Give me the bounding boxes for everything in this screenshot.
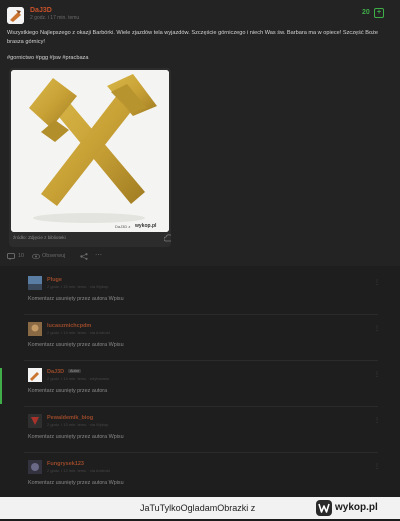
comment-author[interactable]: lucaszmichcpdm xyxy=(47,323,91,329)
comment-avatar[interactable] xyxy=(28,322,42,336)
logo-mark xyxy=(318,503,330,513)
avatar-image xyxy=(28,276,42,290)
comment-avatar[interactable] xyxy=(28,414,42,428)
comment-divider xyxy=(24,406,378,407)
watermark-brand: wykop.pl xyxy=(135,223,157,229)
avatar-image xyxy=(7,7,24,24)
eye-icon[interactable] xyxy=(32,253,40,260)
comment-avatar[interactable] xyxy=(28,368,42,382)
plus-icon: + xyxy=(376,9,382,16)
comment-text: Komentarz usunięty przez autora Wpisu xyxy=(28,342,124,348)
comment-avatar[interactable] xyxy=(28,460,42,474)
comment-divider xyxy=(24,314,378,315)
author-avatar[interactable] xyxy=(7,7,24,24)
comment-item: Pluge 2 godz. i 15 min. temu · via Wykop… xyxy=(24,276,384,314)
comment-text: Komentarz usunięty przez autora Wpisu xyxy=(28,480,124,486)
entry-image[interactable]: DaJ3D z wykop.pl xyxy=(11,70,169,232)
avatar-image xyxy=(28,460,42,474)
avatar-image xyxy=(28,368,42,382)
comments-list: Pluge 2 godz. i 15 min. temu · via Wykop… xyxy=(0,266,400,519)
image-source[interactable]: źródło: Zdjęcie z biblioteki xyxy=(13,235,66,240)
avatar-image xyxy=(28,414,42,428)
author-badge: Autor xyxy=(68,369,82,373)
post-meta: 2 godz. i 17 min. temu xyxy=(30,15,80,21)
watermark-footer: JaTuTylkoOgladamObrazki z wykop.pl xyxy=(0,497,400,519)
kebab-menu-icon[interactable]: ⋮ xyxy=(374,279,380,286)
comment-divider xyxy=(24,452,378,453)
author-highlight-bar xyxy=(0,368,2,404)
comment-meta: 2 godz. i 14 min. temu · via Android xyxy=(47,330,110,335)
kebab-menu-icon[interactable]: ⋮ xyxy=(374,371,380,378)
comment-count: 10 xyxy=(18,253,25,259)
comment-author[interactable]: Fungrysek123 xyxy=(47,461,84,467)
cloud-icon[interactable] xyxy=(164,234,171,242)
more-icon[interactable]: ⋯ xyxy=(95,251,102,259)
media-card: DaJ3D z wykop.pl źródło: Zdjęcie z bibli… xyxy=(9,68,171,247)
comment-divider xyxy=(24,360,378,361)
page: DaJ3D 2 godz. i 17 min. temu 20 + Wszyst… xyxy=(0,0,400,519)
kebab-menu-icon[interactable]: ⋮ xyxy=(374,463,380,470)
comment-avatar[interactable] xyxy=(28,276,42,290)
comment-text: Komentarz usunięty przez autora Wpisu xyxy=(28,296,124,302)
avatar-image xyxy=(28,322,42,336)
comment-author[interactable]: Pluge xyxy=(47,277,62,283)
entry-card: DaJ3D 2 godz. i 17 min. temu 20 + Wszyst… xyxy=(0,0,400,266)
entry-tags[interactable]: #gornictwo #pgg #jsw #pracbaza xyxy=(7,55,88,61)
upvote-button[interactable]: + xyxy=(374,8,384,18)
comment-item: Fungrysek123 2 godz. i 12 min. temu · vi… xyxy=(24,460,384,496)
comment-author[interactable]: Pewaldemik_biog xyxy=(47,415,93,421)
comment-item: DaJ3D Autor 2 godz. i 14 min. temu · edy… xyxy=(24,368,384,406)
comment-item: Pewaldemik_biog 2 godz. i 13 min. temu ·… xyxy=(24,414,384,452)
footer-logo-text: wykop.pl xyxy=(335,502,378,513)
comment-meta: 2 godz. i 13 min. temu · via Wykop xyxy=(47,422,109,427)
wykop-logo-icon xyxy=(316,500,332,516)
comment-text: Komentarz usunięty przez autora xyxy=(28,388,108,394)
author-name[interactable]: DaJ3D xyxy=(30,7,52,14)
kebab-menu-icon[interactable]: ⋮ xyxy=(374,417,380,424)
crossed-hammers-image xyxy=(11,70,169,232)
observe-label[interactable]: Obserwuj xyxy=(42,253,65,259)
entry-body: Wszystkiego Najlepszego z okazji Barbórk… xyxy=(7,30,378,45)
comment-text: Komentarz usunięty przez autora Wpisu xyxy=(28,434,124,440)
comment-meta: 2 godz. i 15 min. temu · via Wykop xyxy=(47,284,109,289)
footer-credit: JaTuTylkoOgladamObrazki z xyxy=(140,503,256,513)
vote-count: 20 xyxy=(362,9,370,16)
comment-icon[interactable] xyxy=(7,253,15,260)
kebab-menu-icon[interactable]: ⋮ xyxy=(374,325,380,332)
share-icon[interactable] xyxy=(80,253,88,260)
comment-meta: 2 godz. i 12 min. temu · via Android xyxy=(47,468,110,473)
comment-item: lucaszmichcpdm 2 godz. i 14 min. temu · … xyxy=(24,322,384,360)
comment-meta: 2 godz. i 14 min. temu · edytowano xyxy=(47,376,110,381)
comment-author[interactable]: DaJ3D xyxy=(47,369,64,375)
watermark-user: DaJ3D z xyxy=(115,224,131,229)
